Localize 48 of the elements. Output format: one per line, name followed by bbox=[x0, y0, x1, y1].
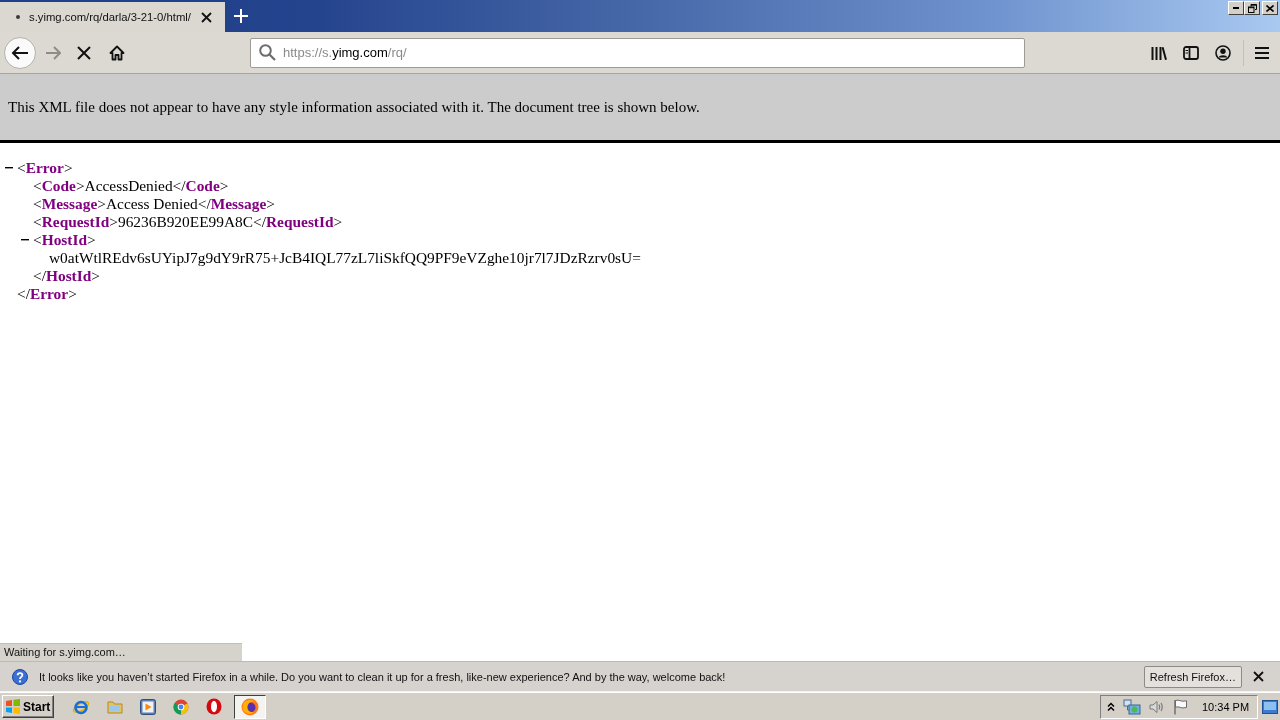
status-text: Waiting for s.yimg.com… bbox=[0, 643, 242, 661]
url-text: https://s.yimg.com/rq/ bbox=[283, 45, 407, 60]
back-icon[interactable] bbox=[4, 36, 36, 69]
chrome-icon[interactable] bbox=[173, 698, 189, 715]
library-icon[interactable] bbox=[1151, 45, 1167, 60]
minus-icon[interactable] bbox=[21, 239, 29, 241]
xml-open-tag: <Error> bbox=[17, 159, 73, 177]
refresh-firefox-button[interactable]: Refresh Firefox… bbox=[1143, 665, 1242, 688]
clock-text: 10:34 PM bbox=[1202, 700, 1250, 713]
xml-line: <Code>AccessDenied</Code> bbox=[33, 177, 229, 195]
start-button[interactable]: Start bbox=[2, 695, 54, 718]
firefox-icon bbox=[241, 697, 259, 716]
restore-button[interactable] bbox=[1244, 1, 1260, 15]
taskbar-window-button[interactable] bbox=[234, 694, 266, 719]
minus-icon[interactable] bbox=[5, 167, 13, 169]
minimize-button[interactable] bbox=[1228, 1, 1244, 15]
restore-icon bbox=[1247, 3, 1257, 13]
xml-close-tag: </Error> bbox=[17, 285, 77, 303]
network-icon[interactable] bbox=[1123, 698, 1141, 715]
notification-message: It looks like you haven’t started Firefox in a while. Do you want to clean it up for a fresh, like-new experience? And by the way, welcome back! bbox=[39, 670, 726, 683]
home-icon[interactable] bbox=[109, 44, 125, 61]
sidebar-icon[interactable] bbox=[1183, 45, 1199, 60]
flag-icon[interactable] bbox=[1173, 698, 1188, 715]
close-icon bbox=[1266, 4, 1274, 12]
xml-close-tag: </HostId> bbox=[33, 267, 100, 285]
speaker-icon[interactable] bbox=[1149, 699, 1165, 714]
browser-tab[interactable]: s.yimg.com/rq/darla/3-21-0/html/ bbox=[0, 0, 225, 32]
desktop-icon[interactable] bbox=[1262, 699, 1278, 714]
chevron-up-icon[interactable] bbox=[1107, 701, 1115, 712]
xml-line: w0atWtlREdv6sUYipJ7g9dY9rR75+JcB4IQL77zL7liSkfQQ9PF9eVZghe10jr7l7JDzRzrv0sU= bbox=[49, 249, 641, 267]
close-icon[interactable] bbox=[1253, 671, 1264, 682]
stop-icon[interactable] bbox=[77, 45, 91, 60]
minimize-icon bbox=[1233, 7, 1239, 9]
play-icon[interactable] bbox=[140, 698, 156, 715]
opera-icon[interactable] bbox=[206, 698, 222, 715]
xml-line: <RequestId>96236B920EE99A8C</RequestId> bbox=[33, 213, 343, 231]
account-icon[interactable] bbox=[1215, 44, 1231, 61]
close-button[interactable] bbox=[1262, 1, 1278, 15]
close-icon[interactable] bbox=[201, 11, 212, 23]
menu-icon[interactable] bbox=[1255, 46, 1269, 59]
search-icon bbox=[259, 44, 276, 61]
windows-logo-icon bbox=[5, 699, 21, 714]
xml-line: <Message>Access Denied</Message> bbox=[33, 195, 275, 213]
address-bar[interactable]: https://s.yimg.com/rq/ bbox=[250, 37, 1025, 68]
xml-notice-text: This XML file does not appear to have any style information associated with it. The document tree is shown below. bbox=[8, 98, 700, 116]
xml-open-tag: <HostId> bbox=[33, 231, 96, 249]
plus-icon[interactable] bbox=[234, 9, 248, 23]
help-icon bbox=[12, 668, 28, 685]
